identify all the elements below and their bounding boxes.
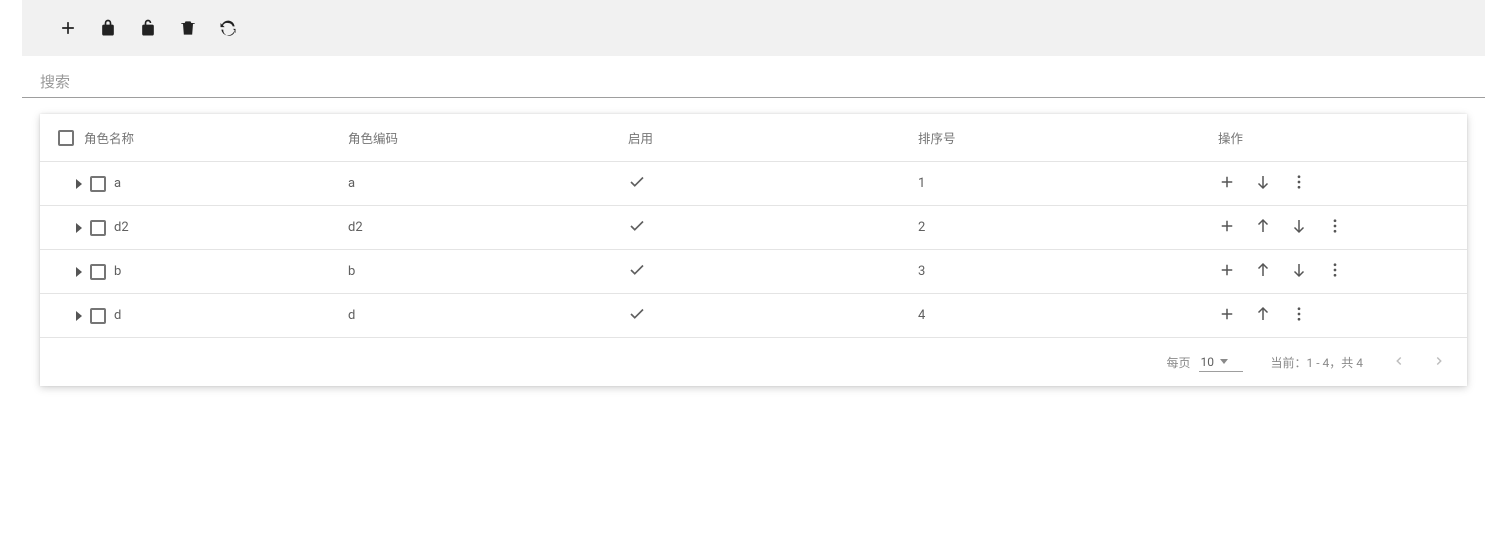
- search-region: [22, 56, 1485, 98]
- more-actions-button[interactable]: [1326, 219, 1344, 237]
- arrow-up-icon: [1254, 217, 1272, 239]
- per-page-value: 10: [1201, 355, 1215, 369]
- row-add-button[interactable]: [1218, 307, 1236, 325]
- per-page-label: 每页: [1167, 354, 1191, 371]
- check-icon: [628, 261, 646, 283]
- move-down-button[interactable]: [1254, 175, 1272, 193]
- row-sort: 3: [918, 264, 925, 279]
- col-header-enabled: 启用: [628, 128, 653, 147]
- more-vert-icon: [1326, 217, 1344, 239]
- more-actions-button[interactable]: [1290, 307, 1308, 325]
- unlock-button[interactable]: [138, 18, 158, 38]
- table-row: d d 4: [40, 294, 1467, 338]
- row-checkbox[interactable]: [90, 176, 106, 192]
- range-text: 当前：1 - 4，共 4: [1271, 354, 1363, 371]
- col-header-sort: 排序号: [918, 132, 956, 147]
- role-table: 角色名称 角色编码 启用 排序号 操作 a a 1 d2 d2 2 b b 3 d d 4 每页 10…: [40, 114, 1467, 386]
- row-code: d2: [348, 220, 363, 235]
- refresh-icon: [218, 18, 238, 38]
- more-actions-button[interactable]: [1326, 263, 1344, 281]
- more-actions-button[interactable]: [1290, 175, 1308, 193]
- move-up-button[interactable]: [1254, 307, 1272, 325]
- row-add-button[interactable]: [1218, 175, 1236, 193]
- trash-icon: [178, 18, 198, 38]
- arrow-up-icon: [1254, 305, 1272, 327]
- table-row: d2 d2 2: [40, 206, 1467, 250]
- row-code: b: [348, 264, 355, 279]
- select-all-checkbox[interactable]: [58, 130, 74, 146]
- row-sort: 2: [918, 220, 925, 235]
- row-checkbox[interactable]: [90, 220, 106, 236]
- move-up-button[interactable]: [1254, 263, 1272, 281]
- expand-toggle[interactable]: [76, 223, 82, 233]
- chevron-left-icon: [1392, 354, 1406, 371]
- row-name: d: [114, 308, 121, 323]
- row-name: d2: [114, 220, 129, 235]
- move-down-button[interactable]: [1290, 263, 1308, 281]
- arrow-down-icon: [1290, 217, 1308, 239]
- plus-icon: [58, 18, 78, 38]
- table-header: 角色名称 角色编码 启用 排序号 操作: [40, 114, 1467, 162]
- next-page-button[interactable]: [1431, 354, 1447, 370]
- toolbar: [22, 0, 1485, 56]
- row-add-button[interactable]: [1218, 263, 1236, 281]
- col-header-actions: 操作: [1218, 128, 1243, 147]
- check-icon: [628, 173, 646, 195]
- arrow-up-icon: [1254, 261, 1272, 283]
- more-vert-icon: [1326, 261, 1344, 283]
- plus-icon: [1218, 217, 1236, 239]
- chevron-down-icon: [1220, 359, 1228, 364]
- row-sort: 1: [918, 176, 925, 191]
- row-checkbox[interactable]: [90, 308, 106, 324]
- col-header-code: 角色编码: [348, 132, 398, 147]
- plus-icon: [1218, 173, 1236, 195]
- row-add-button[interactable]: [1218, 219, 1236, 237]
- table-row: a a 1: [40, 162, 1467, 206]
- unlock-icon: [138, 18, 158, 38]
- row-name: a: [114, 176, 121, 191]
- pagination-bar: 每页 10 当前：1 - 4，共 4: [40, 338, 1467, 386]
- check-icon: [628, 305, 646, 327]
- plus-icon: [1218, 305, 1236, 327]
- refresh-button[interactable]: [218, 18, 238, 38]
- expand-toggle[interactable]: [76, 267, 82, 277]
- delete-button[interactable]: [178, 18, 198, 38]
- more-vert-icon: [1290, 173, 1308, 195]
- row-sort: 4: [918, 308, 925, 323]
- table-row: b b 3: [40, 250, 1467, 294]
- arrow-down-icon: [1254, 173, 1272, 195]
- move-down-button[interactable]: [1290, 219, 1308, 237]
- lock-icon: [98, 18, 118, 38]
- col-header-name: 角色名称: [84, 128, 134, 147]
- lock-button[interactable]: [98, 18, 118, 38]
- arrow-down-icon: [1290, 261, 1308, 283]
- per-page-select[interactable]: 10: [1199, 353, 1243, 372]
- check-icon: [628, 217, 646, 239]
- expand-toggle[interactable]: [76, 179, 82, 189]
- row-code: d: [348, 308, 355, 323]
- row-name: b: [114, 264, 121, 279]
- move-up-button[interactable]: [1254, 219, 1272, 237]
- row-code: a: [348, 176, 355, 191]
- search-input[interactable]: [40, 74, 1467, 91]
- prev-page-button[interactable]: [1391, 354, 1407, 370]
- row-checkbox[interactable]: [90, 264, 106, 280]
- plus-icon: [1218, 261, 1236, 283]
- more-vert-icon: [1290, 305, 1308, 327]
- chevron-right-icon: [1432, 354, 1446, 371]
- add-button[interactable]: [58, 18, 78, 38]
- expand-toggle[interactable]: [76, 311, 82, 321]
